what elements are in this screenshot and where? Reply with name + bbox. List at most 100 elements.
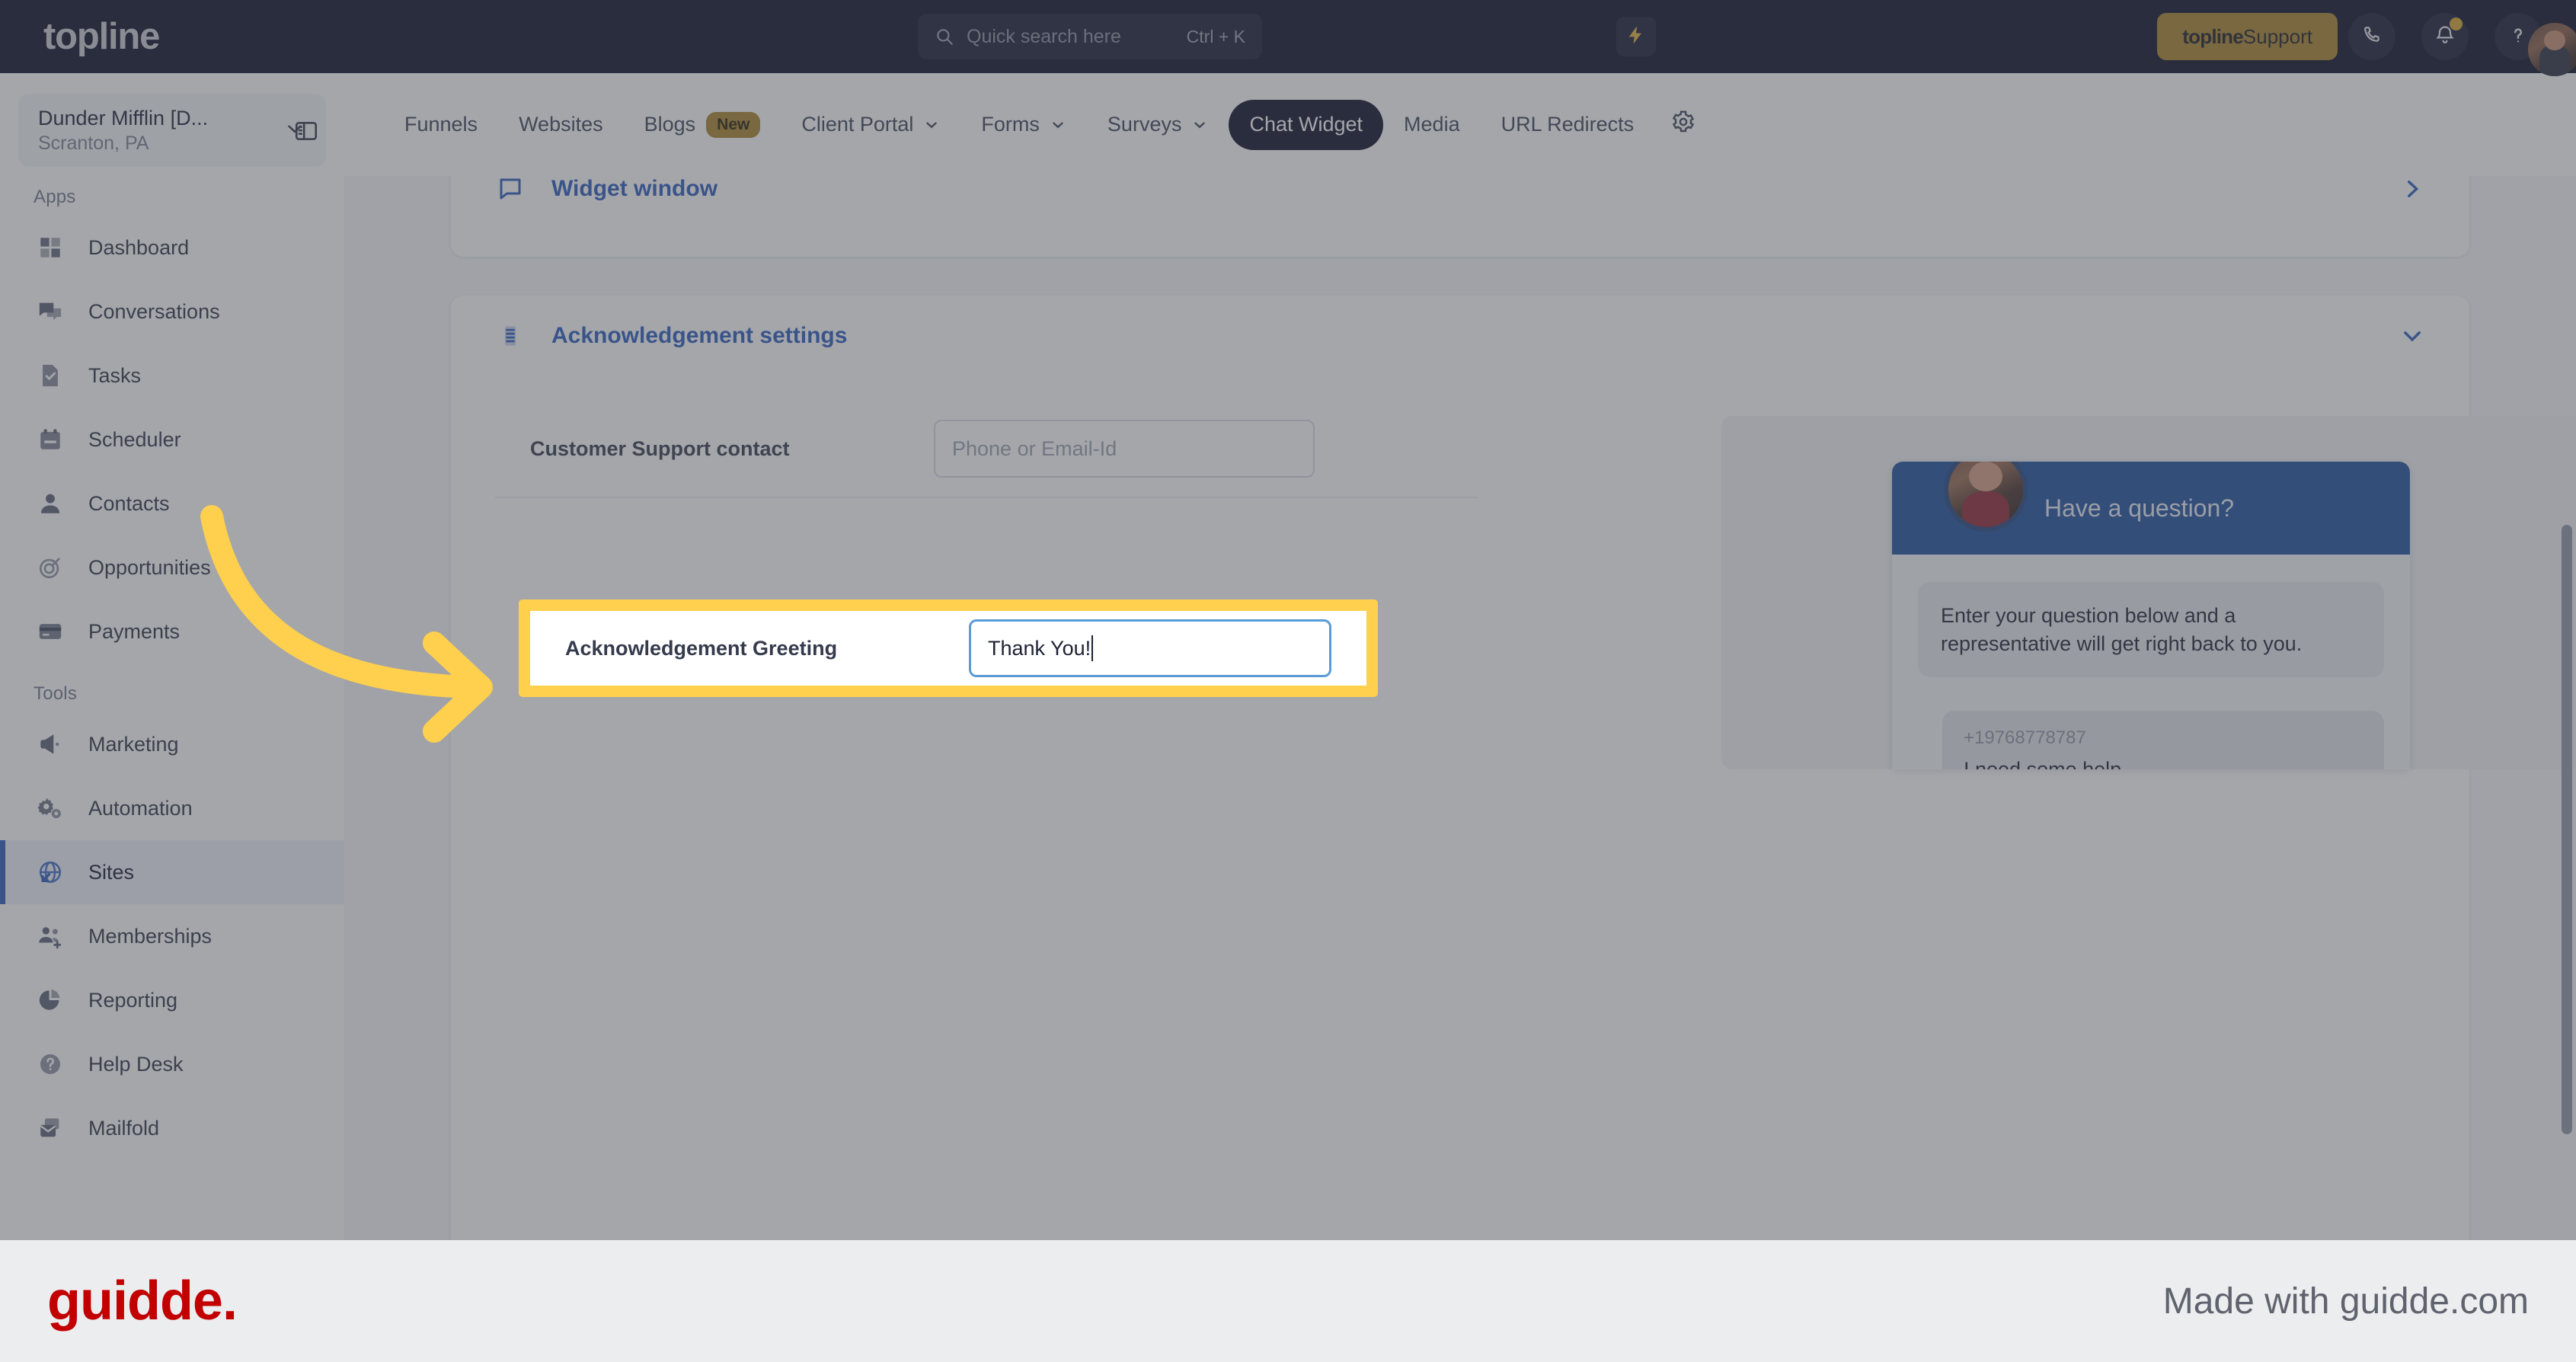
tab-label: Client Portal <box>801 113 914 136</box>
person-icon <box>34 487 67 520</box>
search-icon <box>935 27 954 46</box>
target-icon <box>34 551 67 584</box>
tab-chat-widget[interactable]: Chat Widget <box>1229 99 1384 150</box>
support-button-brand: topline <box>2182 24 2243 48</box>
tab-forms[interactable]: Forms <box>960 100 1087 150</box>
location-name: Dunder Mifflin [D... <box>38 106 209 129</box>
people-add-icon <box>34 919 67 953</box>
dashboard-icon <box>34 231 67 264</box>
tab-blogs[interactable]: Blogs New <box>624 100 781 150</box>
sidebar-item-dashboard[interactable]: Dashboard <box>0 216 344 280</box>
sidebar-item-label: Contacts <box>88 491 170 515</box>
acknowledgement-settings-title: Acknowledgement settings <box>551 323 848 348</box>
sidebar-item-mailfold[interactable]: Mailfold <box>0 1096 344 1160</box>
tab-client-portal[interactable]: Client Portal <box>781 100 960 150</box>
sidebar-collapse-button[interactable] <box>286 113 326 152</box>
task-document-icon <box>34 359 67 392</box>
greeting-input-value: Thank You! <box>988 636 1091 660</box>
sidebar-item-help-desk[interactable]: Help Desk <box>0 1032 344 1096</box>
question-mark-icon <box>2507 24 2530 50</box>
sidebar-item-label: Reporting <box>88 988 178 1012</box>
nav-group-label-tools: Tools <box>34 683 78 704</box>
main-scrollbar-track[interactable] <box>2558 176 2576 1240</box>
sidebar-item-marketing[interactable]: Marketing <box>0 712 344 776</box>
sidebar-item-label: Sites <box>88 860 135 884</box>
sidebar-item-label: Dashboard <box>88 235 190 259</box>
avatar[interactable] <box>2528 23 2576 76</box>
sidebar-item-memberships[interactable]: Memberships <box>0 904 344 968</box>
support-button-label: Support <box>2242 24 2312 48</box>
chat-window-icon <box>495 176 526 204</box>
sidebar-item-label: Mailfold <box>88 1116 160 1140</box>
preview-incoming-phone: +19768778787 <box>1964 727 2086 749</box>
search-shortcut: Ctrl + K <box>1186 26 1245 46</box>
support-contact-input[interactable] <box>934 420 1315 478</box>
list-lines-icon <box>495 321 526 351</box>
top-bar: topline Quick search here Ctrl + K topli… <box>0 0 2576 76</box>
widget-window-section: Widget window <box>451 176 2469 257</box>
main-content: Widget window Acknowledgement settings C… <box>344 176 2576 1240</box>
widget-window-title: Widget window <box>551 176 718 201</box>
sidebar-item-opportunities[interactable]: Opportunities <box>0 536 344 599</box>
tab-label: Forms <box>981 113 1040 136</box>
tab-settings[interactable] <box>1654 100 1712 150</box>
brand-logo[interactable]: topline <box>0 15 344 58</box>
greeting-label-ghost: Acknowledgement Greeting <box>530 535 934 558</box>
chat-bubbles-icon <box>34 295 67 328</box>
tab-media[interactable]: Media <box>1383 100 1481 150</box>
panel-collapse-icon <box>293 118 319 148</box>
sidebar-item-tasks[interactable]: Tasks <box>0 344 344 408</box>
preview-incoming-text: I need some help <box>1964 758 2363 769</box>
sidebar-item-label: Memberships <box>88 924 213 948</box>
acknowledgement-greeting-input[interactable]: Thank You! <box>969 619 1331 677</box>
tab-websites[interactable]: Websites <box>498 100 624 150</box>
sidebar-item-label: Conversations <box>88 299 220 323</box>
sidebar-item-label: Opportunities <box>88 555 211 579</box>
lightning-bolt-button[interactable] <box>1616 17 1656 56</box>
question-circle-icon <box>34 1047 67 1081</box>
sidebar-item-scheduler[interactable]: Scheduler <box>0 408 344 472</box>
chevron-down-icon <box>923 117 940 133</box>
guidde-made-with: Made with guidde.com <box>2162 1280 2529 1322</box>
phone-button[interactable] <box>2348 13 2395 60</box>
text-cursor <box>1091 635 1094 661</box>
tab-label: Media <box>1404 113 1460 136</box>
location-sublabel: Scranton, PA <box>38 132 149 154</box>
widget-window-header[interactable]: Widget window <box>451 176 2469 229</box>
tab-surveys[interactable]: Surveys <box>1087 100 1229 150</box>
lightning-bolt-icon <box>1625 24 1647 50</box>
mail-stack-icon <box>34 1111 67 1145</box>
sidebar-item-label: Tasks <box>88 363 142 387</box>
sidebar-item-sites[interactable]: Sites <box>0 840 344 904</box>
acknowledgement-settings-header[interactable]: Acknowledgement settings <box>451 296 2469 376</box>
tab-label: Websites <box>519 113 603 136</box>
sidebar-item-label: Payments <box>88 619 181 643</box>
help-button[interactable] <box>2495 13 2576 76</box>
sidebar-item-conversations[interactable]: Conversations <box>0 280 344 344</box>
chevron-down-icon <box>2399 323 2425 349</box>
phone-icon <box>2361 24 2383 50</box>
preview-intro-bubble: Enter your question below and a represen… <box>1918 582 2384 678</box>
sidebar-item-payments[interactable]: Payments <box>0 599 344 663</box>
tab-label: Blogs <box>644 113 696 136</box>
form-row-acknowledgement-greeting: Acknowledgement Greeting Thank You! <box>519 599 1378 697</box>
chevron-down-icon <box>1191 117 1208 133</box>
notifications-button[interactable] <box>2421 13 2469 60</box>
topline-support-button[interactable]: topline Support <box>2157 13 2338 60</box>
sidebar-item-label: Marketing <box>88 732 179 756</box>
secondary-tab-nav: Funnels Websites Blogs New Client Portal… <box>344 73 2576 176</box>
search-input[interactable]: Quick search here Ctrl + K <box>918 14 1262 59</box>
tab-funnels[interactable]: Funnels <box>384 100 498 150</box>
location-selector[interactable]: Dunder Mifflin [D... Scranton, PA <box>18 94 326 167</box>
sidebar-item-label: Automation <box>88 796 193 820</box>
sidebar-item-reporting[interactable]: Reporting <box>0 968 344 1032</box>
sidebar-item-automation[interactable]: Automation <box>0 776 344 840</box>
sidebar-item-label: Scheduler <box>88 427 181 451</box>
sidebar-item-contacts[interactable]: Contacts <box>0 472 344 536</box>
tab-label: Surveys <box>1107 113 1182 136</box>
main-scrollbar-thumb[interactable] <box>2562 525 2572 1134</box>
tab-url-redirects[interactable]: URL Redirects <box>1481 100 1655 150</box>
search-placeholder: Quick search here <box>967 25 1121 47</box>
greeting-label: Acknowledgement Greeting <box>565 636 838 660</box>
megaphone-icon <box>34 727 67 761</box>
